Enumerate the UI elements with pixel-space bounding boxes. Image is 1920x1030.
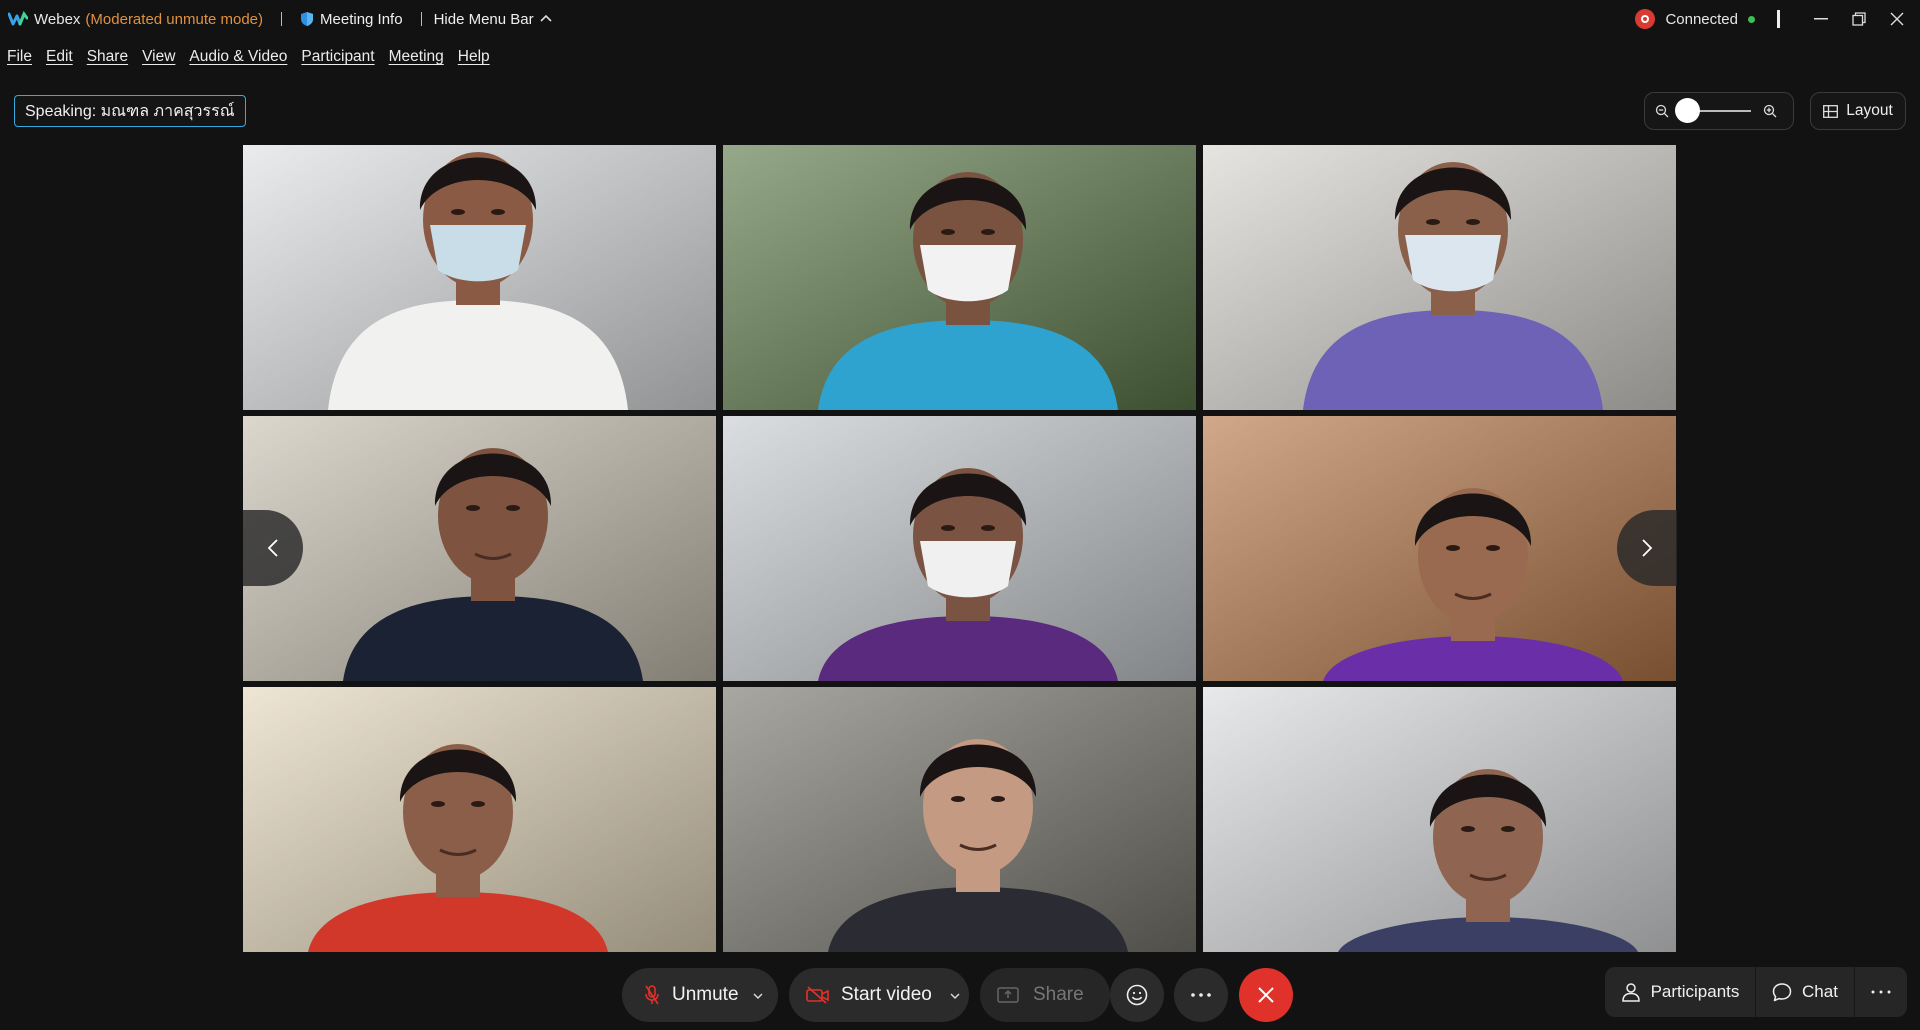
menu-file[interactable]: File bbox=[0, 48, 39, 66]
menu-participant[interactable]: Participant bbox=[294, 48, 381, 66]
participants-button[interactable]: Participants bbox=[1605, 967, 1755, 1017]
layout-label: Layout bbox=[1846, 102, 1893, 119]
title-right-area: Connected bbox=[1635, 0, 1920, 38]
meeting-info-button[interactable]: Meeting Info bbox=[300, 11, 403, 28]
close-icon bbox=[1890, 12, 1904, 26]
leave-meeting-button[interactable] bbox=[1239, 968, 1293, 1022]
app-name: Webex bbox=[34, 10, 81, 28]
participant-video-tile[interactable] bbox=[243, 687, 716, 952]
chat-button[interactable]: Chat bbox=[1756, 967, 1854, 1017]
share-icon bbox=[997, 986, 1019, 1004]
zoom-slider[interactable] bbox=[1675, 98, 1751, 123]
menu-view[interactable]: View bbox=[135, 48, 182, 66]
recording-icon[interactable] bbox=[1635, 9, 1656, 29]
participant-video-tile[interactable] bbox=[723, 145, 1196, 410]
grid-layout-icon bbox=[1823, 104, 1839, 118]
panel-more-button[interactable] bbox=[1855, 967, 1907, 1017]
more-icon bbox=[1191, 993, 1211, 997]
layout-button[interactable]: Layout bbox=[1810, 92, 1906, 130]
participant-video-tile[interactable] bbox=[243, 416, 716, 681]
close-icon bbox=[1258, 987, 1274, 1003]
chat-bubble-icon bbox=[1772, 982, 1792, 1002]
participant-video-feed bbox=[723, 145, 1196, 410]
moderation-mode-label: (Moderated unmute mode) bbox=[85, 10, 264, 28]
close-window-button[interactable] bbox=[1878, 0, 1916, 38]
participant-video-feed bbox=[1203, 687, 1676, 952]
menu-edit[interactable]: Edit bbox=[39, 48, 80, 66]
zoom-control bbox=[1644, 92, 1794, 130]
participant-video-tile[interactable] bbox=[243, 145, 716, 410]
share-button[interactable]: Share bbox=[980, 968, 1110, 1022]
audio-options-chevron-icon[interactable] bbox=[753, 988, 763, 1002]
more-options-button[interactable] bbox=[1174, 968, 1228, 1022]
zoom-out-icon[interactable] bbox=[1655, 104, 1669, 118]
video-options-chevron-icon[interactable] bbox=[950, 988, 960, 1002]
start-video-label: Start video bbox=[841, 984, 932, 1005]
participants-label: Participants bbox=[1650, 982, 1740, 1001]
unmute-label: Unmute bbox=[672, 984, 739, 1005]
participant-video-feed bbox=[723, 687, 1196, 952]
title-pipe-divider bbox=[1777, 10, 1780, 28]
smiley-icon bbox=[1126, 984, 1148, 1006]
zoom-in-icon[interactable] bbox=[1763, 104, 1777, 118]
side-panel-controls: Participants Chat bbox=[1605, 967, 1907, 1017]
participant-video-tile[interactable] bbox=[723, 416, 1196, 681]
title-bar: Webex (Moderated unmute mode) Meeting In… bbox=[0, 0, 1920, 38]
more-icon bbox=[1871, 990, 1891, 994]
connection-status: Connected bbox=[1665, 10, 1738, 28]
meeting-info-label: Meeting Info bbox=[320, 10, 403, 28]
participant-video-feed bbox=[723, 416, 1196, 681]
connection-status-dot bbox=[1748, 15, 1755, 23]
participant-video-feed bbox=[1203, 416, 1676, 681]
share-label: Share bbox=[1033, 984, 1084, 1005]
menu-help[interactable]: Help bbox=[451, 48, 497, 66]
participant-video-tile[interactable] bbox=[1203, 687, 1676, 952]
video-grid bbox=[243, 145, 1677, 953]
title-divider bbox=[281, 12, 283, 26]
menu-share[interactable]: Share bbox=[80, 48, 135, 66]
person-icon bbox=[1621, 982, 1641, 1002]
unmute-button[interactable]: Unmute bbox=[622, 968, 778, 1022]
start-video-button[interactable]: Start video bbox=[789, 968, 969, 1022]
menu-meeting[interactable]: Meeting bbox=[382, 48, 451, 66]
video-off-icon bbox=[806, 986, 830, 1004]
participant-video-feed bbox=[243, 416, 716, 681]
title-divider bbox=[420, 12, 422, 26]
zoom-slider-thumb[interactable] bbox=[1675, 98, 1700, 123]
menu-bar: File Edit Share View Audio & Video Parti… bbox=[0, 44, 497, 70]
chevron-right-icon bbox=[1642, 539, 1653, 557]
hide-menu-bar-label: Hide Menu Bar bbox=[433, 10, 534, 28]
hide-menu-bar-button[interactable]: Hide Menu Bar bbox=[434, 11, 552, 28]
restore-button[interactable] bbox=[1840, 0, 1878, 38]
participant-video-feed bbox=[243, 145, 716, 410]
menu-audio-video[interactable]: Audio & Video bbox=[182, 48, 294, 66]
shield-icon bbox=[300, 11, 314, 27]
chat-label: Chat bbox=[1802, 982, 1838, 1001]
chevron-up-icon bbox=[540, 13, 552, 25]
participant-video-tile[interactable] bbox=[723, 687, 1196, 952]
reactions-button[interactable] bbox=[1110, 968, 1164, 1022]
minimize-button[interactable] bbox=[1802, 0, 1840, 38]
chevron-left-icon bbox=[267, 539, 278, 557]
microphone-muted-icon bbox=[644, 984, 660, 1006]
app-brand: Webex (Moderated unmute mode) bbox=[8, 11, 263, 28]
participant-video-feed bbox=[243, 687, 716, 952]
participant-video-tile[interactable] bbox=[1203, 416, 1676, 681]
speaking-indicator: Speaking: มณฑล ภาคสุวรรณ์ bbox=[14, 95, 246, 127]
participant-video-feed bbox=[1203, 145, 1676, 410]
participant-video-tile[interactable] bbox=[1203, 145, 1676, 410]
restore-icon bbox=[1852, 12, 1866, 26]
webex-logo-icon bbox=[8, 11, 28, 26]
minimize-icon bbox=[1814, 18, 1828, 20]
